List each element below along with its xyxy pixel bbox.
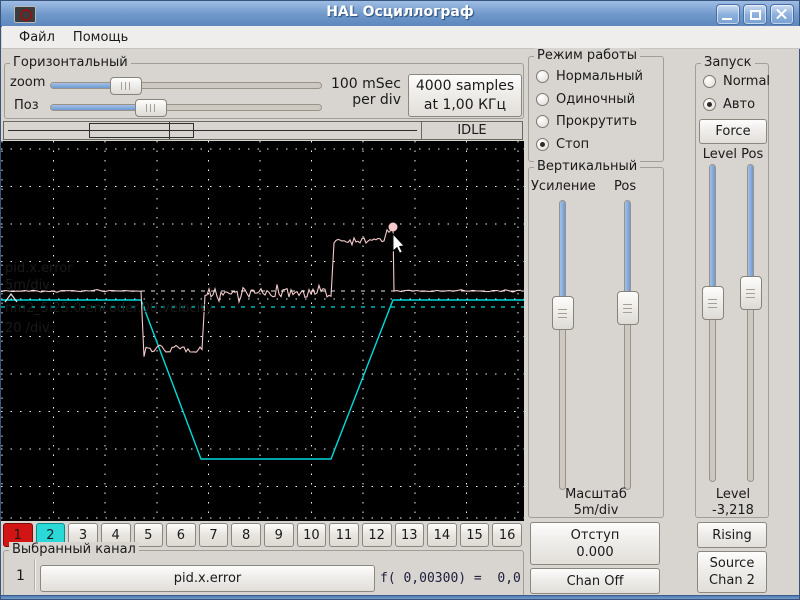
title-bar[interactable]: HAL Осциллограф — [1, 1, 799, 27]
menu-file[interactable]: Файл — [10, 28, 64, 47]
scale-value: 5m/div — [573, 503, 619, 518]
channel-button-11[interactable]: 11 — [329, 523, 359, 547]
radio-label: Нормальный — [556, 69, 643, 84]
channel-button-14[interactable]: 14 — [427, 523, 457, 547]
channel-button-13[interactable]: 13 — [394, 523, 425, 547]
record-preview[interactable] — [3, 121, 422, 140]
separator — [34, 559, 36, 591]
close-button[interactable] — [770, 4, 794, 25]
menu-help[interactable]: Помощь — [64, 28, 137, 47]
selected-channel-number: 1 — [16, 568, 25, 584]
radio-icon[interactable] — [536, 137, 549, 151]
radio-icon[interactable] — [703, 98, 716, 111]
ch2-scale-label: 20 /div — [5, 321, 50, 336]
vertical-group: Вертикальный Усиление Pos Масштаб 5m/div — [528, 159, 664, 518]
vpos-slider[interactable] — [624, 200, 631, 490]
chan-off-button[interactable]: Chan Off — [530, 568, 660, 594]
radio-icon[interactable] — [536, 92, 549, 106]
maximize-button[interactable] — [743, 4, 767, 25]
trigger-group: Запуск Normal Авто Force Level Pos Level … — [695, 55, 770, 518]
vpos-slider-handle[interactable] — [617, 291, 639, 325]
level-pos-label: Level Pos — [702, 147, 764, 162]
maximize-icon — [750, 10, 761, 20]
offset-button[interactable]: Отступ 0.000 — [530, 522, 660, 565]
trigger-pos-slider-handle[interactable] — [740, 276, 762, 310]
app-window: HAL Осциллограф Файл Помощь Горизонтальн… — [0, 0, 800, 600]
ch1-name-label: pid.x.error — [5, 261, 73, 276]
channel-name-button[interactable]: pid.x.error — [40, 565, 375, 592]
run-mode-option-1[interactable]: Одиночный — [536, 92, 635, 107]
pos-slider-handle[interactable] — [135, 99, 167, 117]
radio-icon[interactable] — [536, 70, 549, 83]
trigger-edge-button[interactable]: Rising — [697, 522, 767, 548]
trigger-position-tick — [169, 122, 170, 139]
samples-button[interactable]: 4000 samples at 1,00 КГц — [408, 74, 522, 117]
channel-button-9[interactable]: 9 — [264, 523, 294, 547]
trigger-option-0[interactable]: Normal — [703, 74, 770, 89]
ch2-name-label: hm2_5i25.0.encoder.00.velocity — [5, 301, 213, 316]
scale-label: Масштаб — [565, 487, 627, 502]
pos-label: Поз — [14, 98, 39, 113]
trigger-option-1[interactable]: Авто — [703, 97, 755, 112]
level-label: Level — [715, 487, 751, 502]
trigger-pos-slider[interactable] — [747, 164, 754, 482]
pos-slider[interactable] — [50, 104, 322, 111]
radio-label: Авто — [723, 97, 756, 112]
run-mode-option-2[interactable]: Прокрутить — [536, 114, 637, 129]
trigger-level-slider[interactable] — [709, 164, 716, 482]
level-value: -3,218 — [712, 503, 754, 518]
gain-label: Усиление — [531, 179, 596, 194]
window-bottom-edge — [1, 595, 799, 599]
radio-icon[interactable] — [536, 115, 549, 128]
channel-button-7[interactable]: 7 — [198, 523, 229, 547]
zoom-slider-handle[interactable] — [110, 77, 142, 95]
channel-button-16[interactable]: 16 — [492, 523, 522, 547]
gain-slider[interactable] — [559, 200, 566, 490]
scope-canvas — [0, 141, 524, 521]
rate-per-div-label: 100 mSec per div — [330, 76, 401, 108]
selected-channel-group-label: Выбранный канал — [9, 542, 139, 557]
run-mode-group-label: Режим работы — [534, 48, 640, 63]
channel-button-10[interactable]: 10 — [296, 523, 327, 547]
trigger-level-slider-handle[interactable] — [702, 286, 724, 320]
zoom-slider[interactable] — [50, 82, 322, 89]
record-view-window[interactable] — [89, 123, 194, 138]
trigger-source-button[interactable]: Source Chan 2 — [697, 551, 767, 593]
radio-label: Стоп — [556, 136, 590, 152]
radio-label: Прокрутить — [556, 114, 638, 129]
run-mode-option-3[interactable]: Стоп — [536, 137, 589, 152]
zoom-label: zoom — [10, 75, 46, 90]
minimize-button[interactable] — [716, 4, 740, 25]
gain-slider-handle[interactable] — [552, 296, 574, 330]
radio-icon[interactable] — [703, 75, 716, 88]
scope-display[interactable]: pid.x.error 5m/div hm2_5i25.0.encoder.00… — [0, 141, 524, 521]
selected-channel-group: Выбранный канал 1 pid.x.error f( 0,00300… — [3, 542, 524, 597]
channel-button-12[interactable]: 12 — [361, 523, 392, 547]
channel-button-6[interactable]: 6 — [166, 523, 196, 547]
trigger-group-label: Запуск — [701, 55, 755, 70]
vpos-label: Pos — [614, 179, 637, 194]
minimize-icon — [722, 18, 732, 20]
cursor-readout: f( 0,00300) = 0,0 — [380, 571, 521, 586]
channel-button-15[interactable]: 15 — [459, 523, 490, 547]
horizontal-group: Горизонтальный zoom Поз 100 mSec per div… — [4, 55, 524, 119]
force-button[interactable]: Force — [699, 119, 767, 144]
horizontal-group-label: Горизонтальный — [10, 55, 131, 70]
menu-bar: Файл Помощь — [2, 26, 800, 49]
radio-label: Одиночный — [556, 91, 636, 107]
ch1-scale-label: 5m/div — [5, 278, 50, 293]
channel-button-8[interactable]: 8 — [231, 523, 261, 547]
vertical-group-label: Вертикальный — [534, 159, 641, 174]
window-title: HAL Осциллограф — [326, 4, 474, 20]
radio-label: Normal — [723, 74, 771, 89]
mouse-cursor — [392, 232, 405, 254]
run-mode-group: Режим работы Нормальный Одиночный Прокрути… — [528, 48, 664, 162]
run-mode-option-0[interactable]: Нормальный — [536, 69, 643, 84]
capture-status: IDLE — [422, 121, 523, 140]
record-line — [8, 130, 417, 131]
